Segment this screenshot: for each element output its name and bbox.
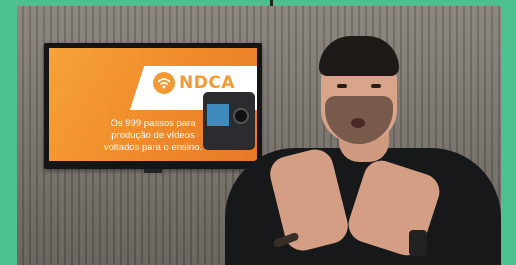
wristwatch bbox=[409, 230, 427, 256]
presenter bbox=[225, 30, 501, 265]
caption-line: Os 999 passos para bbox=[110, 118, 196, 129]
video-frame: NDCA Os 999 passos para produção de víde… bbox=[0, 0, 516, 265]
wifi-circle-icon bbox=[153, 72, 175, 94]
video-player[interactable]: NDCA Os 999 passos para produção de víde… bbox=[17, 6, 501, 265]
slide-caption: Os 999 passos para produção de vídeos vo… bbox=[83, 118, 223, 154]
caption-line: voltados para o ensino. bbox=[103, 142, 203, 153]
ndca-logo: NDCA bbox=[153, 72, 235, 94]
caption-line: produção de vídeos bbox=[111, 130, 195, 141]
